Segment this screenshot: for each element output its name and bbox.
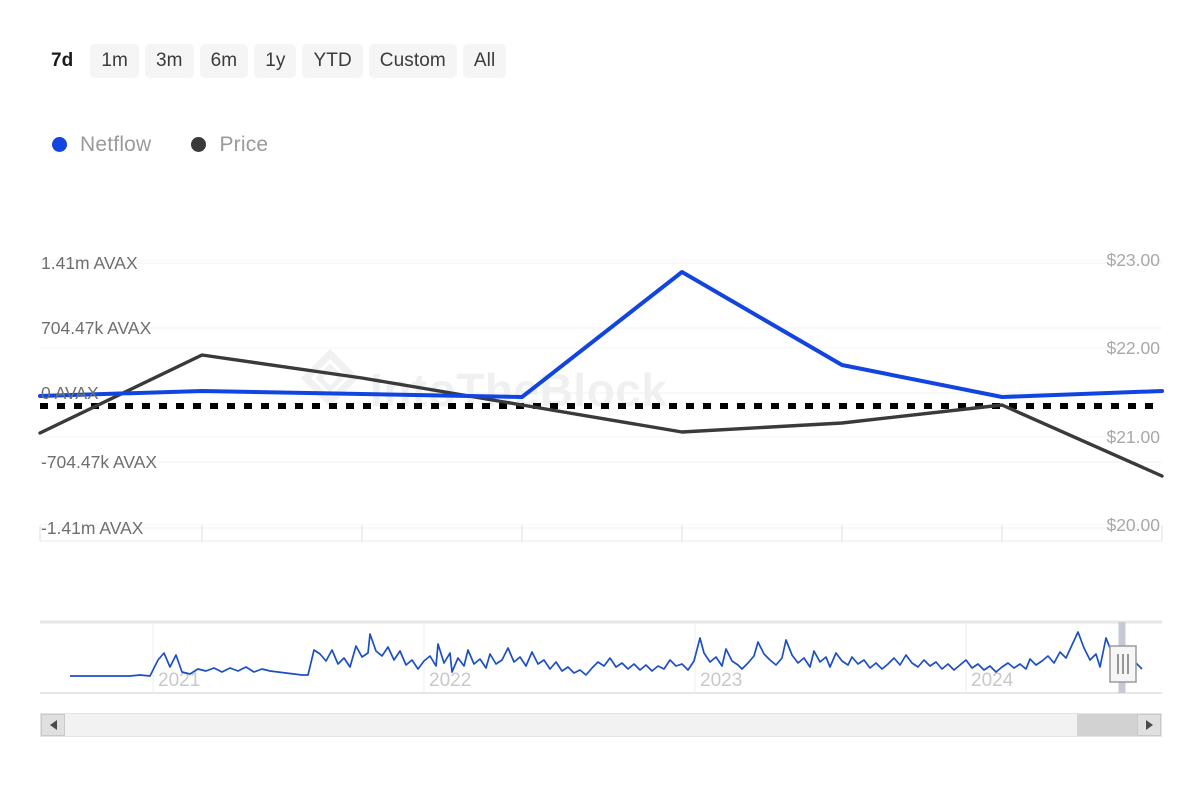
y-right-tick-2: $21.00 — [1106, 427, 1160, 447]
y-right-tick-0: $23.00 — [1106, 250, 1160, 270]
scrollbar-thumb[interactable] — [1077, 714, 1137, 736]
range-tab-all[interactable]: All — [463, 44, 506, 78]
navigator-year-2022: 2022 — [429, 670, 471, 691]
range-tab-3m[interactable]: 3m — [145, 44, 194, 78]
y-left-tick-2: 0 AVAX — [41, 383, 99, 403]
y-left-tick-0: 1.41m AVAX — [41, 253, 138, 273]
navigator-year-2023: 2023 — [700, 670, 742, 691]
range-tab-1m[interactable]: 1m — [90, 44, 139, 78]
legend-dot-icon-price — [191, 137, 206, 152]
y-left-tick-3: -704.47k AVAX — [41, 452, 157, 472]
range-tab-custom[interactable]: Custom — [369, 44, 457, 78]
legend-item-price[interactable]: Price — [191, 134, 268, 155]
chart-legend: Netflow Price — [52, 134, 268, 155]
legend-dot-icon-netflow — [52, 137, 67, 152]
navigator-canvas: 2021 2022 2023 2024 — [40, 620, 1162, 700]
chevron-right-icon — [1146, 720, 1153, 730]
legend-item-netflow[interactable]: Netflow — [52, 134, 151, 155]
navigator-scrollbar[interactable] — [40, 713, 1162, 737]
navigator-year-2024: 2024 — [971, 670, 1014, 691]
chart-canvas: IntoTheBlock 1.41m AVAX — [0, 228, 1200, 558]
chevron-left-icon — [50, 720, 57, 730]
y-left-tick-4: -1.41m AVAX — [41, 518, 144, 538]
range-tab-7d[interactable]: 7d — [40, 44, 84, 78]
y-right-tick-1: $22.00 — [1106, 338, 1160, 358]
scroll-left-button[interactable] — [41, 714, 65, 736]
range-tab-6m[interactable]: 6m — [200, 44, 249, 78]
scroll-right-button[interactable] — [1137, 714, 1161, 736]
main-chart[interactable]: IntoTheBlock 1.41m AVAX — [0, 228, 1200, 558]
chart-page: 7d 1m 3m 6m 1y YTD Custom All Netflow Pr… — [0, 0, 1200, 800]
legend-label-netflow: Netflow — [80, 134, 151, 155]
navigator-year-2021: 2021 — [158, 670, 200, 691]
legend-label-price: Price — [219, 134, 268, 155]
range-tab-ytd[interactable]: YTD — [302, 44, 362, 78]
scrollbar-track[interactable] — [65, 714, 1137, 736]
y-left-tick-1: 704.47k AVAX — [41, 318, 152, 338]
chart-navigator[interactable]: 2021 2022 2023 2024 — [40, 620, 1162, 700]
range-selector: 7d 1m 3m 6m 1y YTD Custom All — [40, 44, 506, 78]
y-right-tick-3: $20.00 — [1106, 515, 1160, 535]
range-tab-1y[interactable]: 1y — [254, 44, 296, 78]
